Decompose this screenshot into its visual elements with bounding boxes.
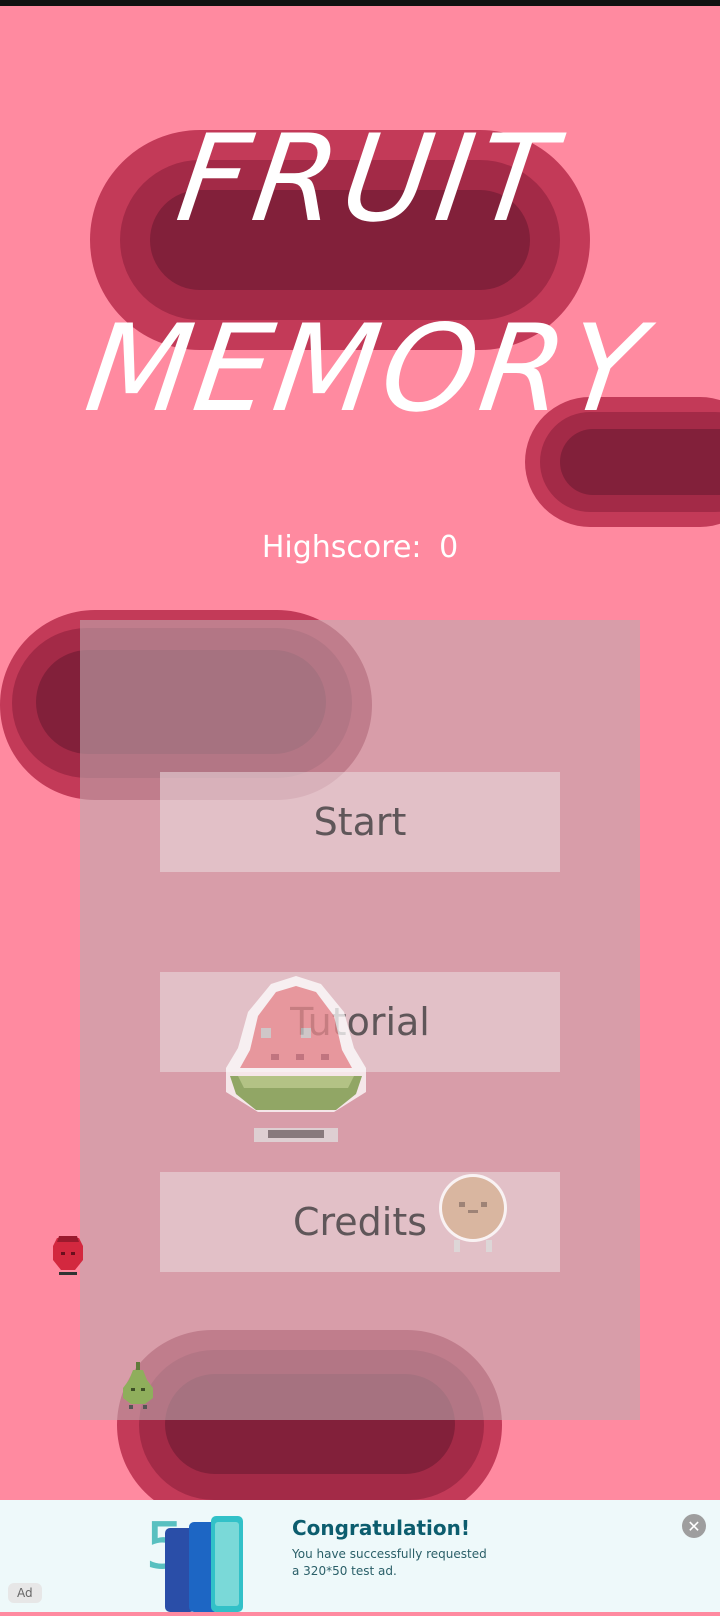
- ad-title: Congratulation!: [292, 1516, 470, 1540]
- game-title: FRUIT MEMORY: [60, 100, 660, 440]
- start-button[interactable]: Start: [160, 772, 560, 872]
- highscore-label: Highscore:: [261, 530, 422, 565]
- ad-badge: Ad: [8, 1583, 42, 1603]
- close-icon[interactable]: ✕: [682, 1514, 706, 1538]
- title-line-1: FRUIT: [170, 110, 571, 249]
- title-line-2: MEMORY: [78, 300, 660, 439]
- coconut-icon: [436, 1172, 510, 1256]
- watermelon-icon: [216, 972, 376, 1154]
- strawberry-icon: [51, 1232, 85, 1276]
- highscore: Highscore: 0: [0, 530, 720, 565]
- ad-phones-image: 5: [145, 1508, 265, 1612]
- ad-banner[interactable]: 5 Congratulation! You have successfully …: [0, 1500, 720, 1612]
- ad-body: You have successfully requested a 320*50…: [292, 1547, 487, 1578]
- status-bar: [0, 0, 720, 6]
- pear-icon: [121, 1362, 155, 1410]
- highscore-value: 0: [439, 530, 459, 565]
